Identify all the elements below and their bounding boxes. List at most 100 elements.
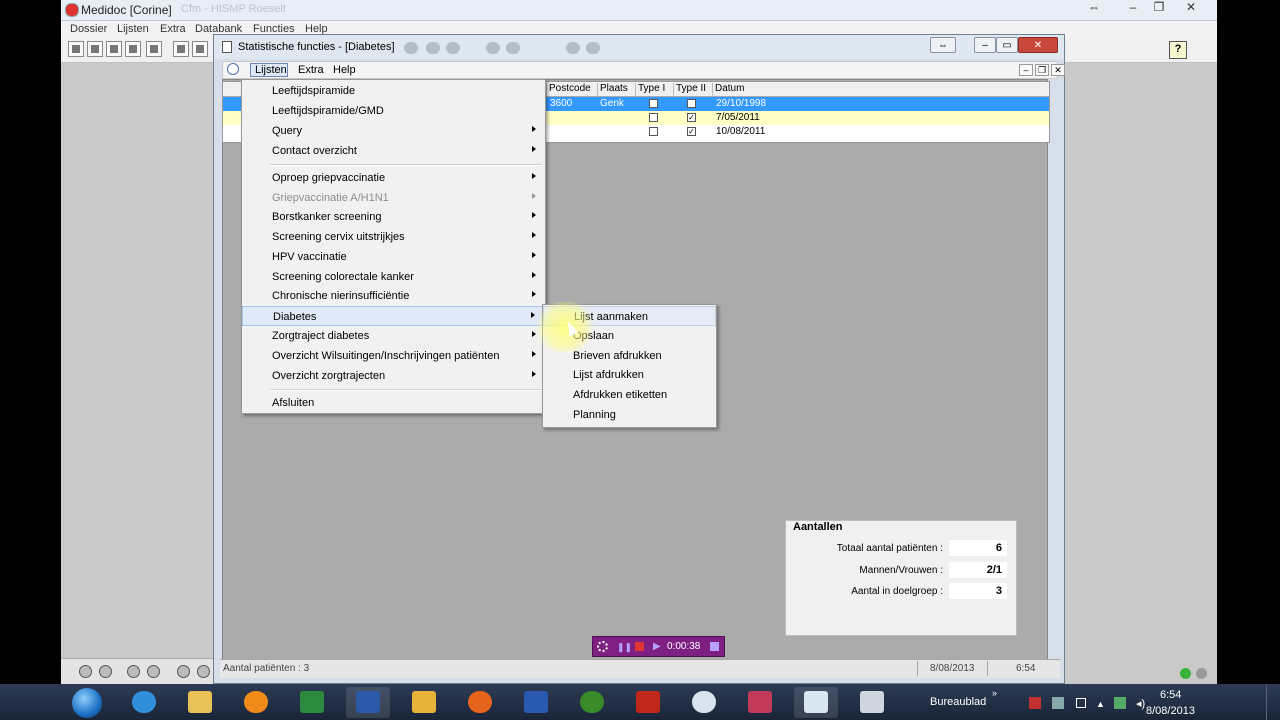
window-maximize-button[interactable]: ▭ bbox=[996, 37, 1018, 53]
tray-volume-icon[interactable]: ◂) bbox=[1136, 697, 1145, 710]
filter-icon-2[interactable] bbox=[127, 665, 140, 678]
person-icon[interactable] bbox=[192, 41, 208, 57]
show-desktop-button[interactable] bbox=[1266, 685, 1280, 720]
mannen-vrouwen-label: Mannen/Vrouwen : bbox=[859, 565, 943, 576]
col-postcode[interactable]: Postcode bbox=[546, 83, 598, 96]
help-icon[interactable]: ? bbox=[1169, 41, 1187, 59]
aantallen-row: Mannen/Vrouwen : 2/1 bbox=[786, 562, 1016, 580]
inner-restore-button[interactable]: ❐ bbox=[1035, 64, 1049, 76]
stop-icon[interactable] bbox=[635, 642, 644, 651]
submenu-arrow-icon bbox=[532, 272, 536, 278]
aantallen-panel: Aantallen Totaal aantal patiënten : 6 Ma… bbox=[785, 520, 1017, 636]
new-file-icon[interactable] bbox=[68, 41, 84, 57]
desktop-toolbar-label[interactable]: Bureaublad bbox=[930, 696, 986, 708]
menu-extra[interactable]: Extra bbox=[160, 23, 186, 35]
help-app-icon[interactable] bbox=[738, 687, 782, 718]
firefox-icon[interactable] bbox=[458, 687, 502, 718]
menu-item-leeftijdspiramide[interactable]: Leeftijdspiramide bbox=[242, 81, 545, 101]
patients-icon[interactable] bbox=[146, 41, 162, 57]
menu-lijsten[interactable]: Lijsten bbox=[117, 23, 149, 35]
menu-item-borstkanker-screening[interactable]: Borstkanker screening bbox=[242, 207, 545, 227]
type2-checkbox[interactable]: ✓ bbox=[687, 113, 696, 122]
cell-datum: 29/10/1998 bbox=[716, 98, 767, 109]
tray-network-icon[interactable] bbox=[1076, 698, 1086, 708]
submenu-lijst-afdrukken[interactable]: Lijst afdrukken bbox=[543, 365, 716, 385]
menu-item-afsluiten[interactable]: Afsluiten bbox=[242, 393, 545, 413]
menu-item-overzicht-zorgtrajecten[interactable]: Overzicht zorgtrajecten bbox=[242, 366, 545, 386]
app-resize-button[interactable]: ⇔ bbox=[1081, 0, 1107, 18]
explorer-icon[interactable] bbox=[178, 687, 222, 718]
col-plaats[interactable]: Plaats bbox=[597, 83, 635, 96]
toolbar-expand-icon[interactable]: » bbox=[992, 688, 997, 698]
window-menu-extra[interactable]: Extra bbox=[298, 64, 324, 76]
ie-icon[interactable] bbox=[122, 687, 166, 718]
app-close-button[interactable]: ✕ bbox=[1179, 0, 1203, 18]
media-player-icon[interactable] bbox=[234, 687, 278, 718]
circle-icon-2[interactable] bbox=[147, 665, 160, 678]
inner-close-button[interactable]: ✕ bbox=[1051, 64, 1065, 76]
submenu-afdrukken-etiketten[interactable]: Afdrukken etiketten bbox=[543, 385, 716, 405]
tray-app-icon[interactable] bbox=[1052, 697, 1064, 709]
menu-item-query[interactable]: Query bbox=[242, 121, 545, 141]
save-icon[interactable] bbox=[514, 687, 558, 718]
network-icon[interactable] bbox=[850, 687, 894, 718]
chart-icon[interactable] bbox=[173, 41, 189, 57]
tray-flag-icon[interactable] bbox=[1029, 697, 1041, 709]
col-datum[interactable]: Datum bbox=[712, 83, 772, 96]
col-type1[interactable]: Type I bbox=[635, 83, 673, 96]
play-icon[interactable]: ▶ bbox=[653, 641, 661, 652]
outlook-icon[interactable] bbox=[402, 687, 446, 718]
submenu-planning[interactable]: Planning bbox=[543, 405, 716, 425]
menu-item-screening-cervix[interactable]: Screening cervix uitstrijkjes bbox=[242, 227, 545, 247]
type2-checkbox[interactable]: ✓ bbox=[687, 99, 696, 108]
word-icon[interactable] bbox=[346, 687, 390, 718]
medidoc-icon[interactable] bbox=[794, 687, 838, 718]
window-resize-button[interactable]: ⇔ bbox=[930, 37, 956, 53]
filter-icon[interactable] bbox=[79, 665, 92, 678]
tray-monitor-icon[interactable] bbox=[1114, 697, 1126, 709]
menu-item-oproep-griepvaccinatie[interactable]: Oproep griepvaccinatie bbox=[242, 168, 545, 188]
settings-icon[interactable] bbox=[197, 665, 210, 678]
gauge-icon[interactable] bbox=[682, 687, 726, 718]
menu-icon[interactable] bbox=[710, 642, 719, 651]
col-type2[interactable]: Type II bbox=[673, 83, 713, 96]
menu-item-chronische-nierinsufficientie[interactable]: Chronische nierinsufficiëntie bbox=[242, 286, 545, 306]
keyboard-icon[interactable] bbox=[177, 665, 190, 678]
menu-item-hpv-vaccinatie[interactable]: HPV vaccinatie bbox=[242, 247, 545, 267]
window-close-button[interactable]: ✕ bbox=[1018, 37, 1058, 53]
menu-item-overzicht-wilsuitingen[interactable]: Overzicht Wilsuitingen/Inschrijvingen pa… bbox=[242, 346, 545, 366]
type1-checkbox[interactable] bbox=[649, 99, 658, 108]
menu-dossier[interactable]: Dossier bbox=[70, 23, 107, 35]
menu-item-diabetes[interactable]: Diabetes bbox=[242, 306, 545, 326]
menu-item-contact-overzicht[interactable]: Contact overzicht bbox=[242, 141, 545, 161]
circle-icon[interactable] bbox=[99, 665, 112, 678]
app-restore-button[interactable]: ❐ bbox=[1149, 0, 1169, 18]
sync-icon[interactable] bbox=[570, 687, 614, 718]
cell-plaats: Genk bbox=[600, 98, 624, 109]
window-menubar: Lijsten Extra Help – ❐ ✕ bbox=[222, 61, 1065, 79]
print-icon[interactable] bbox=[125, 41, 141, 57]
menu-item-zorgtraject-diabetes[interactable]: Zorgtraject diabetes bbox=[242, 326, 545, 346]
type2-checkbox[interactable]: ✓ bbox=[687, 127, 696, 136]
faded-icon bbox=[404, 42, 418, 54]
pause-icon[interactable]: ❚❚ bbox=[617, 642, 632, 653]
type1-checkbox[interactable] bbox=[649, 113, 658, 122]
menu-item-screening-colorectale[interactable]: Screening colorectale kanker bbox=[242, 267, 545, 287]
app-minimize-button[interactable]: – bbox=[1123, 0, 1143, 18]
window-minimize-button[interactable]: – bbox=[974, 37, 996, 53]
filezilla-icon[interactable] bbox=[626, 687, 670, 718]
clock-time[interactable]: 6:54 bbox=[1160, 689, 1181, 701]
start-button[interactable] bbox=[66, 686, 106, 720]
excel-icon[interactable] bbox=[290, 687, 334, 718]
type1-checkbox[interactable] bbox=[649, 127, 658, 136]
submenu-arrow-icon bbox=[532, 371, 536, 377]
inner-minimize-button[interactable]: – bbox=[1019, 64, 1033, 76]
clock-date[interactable]: 8/08/2013 bbox=[1146, 705, 1195, 717]
save-icon[interactable] bbox=[106, 41, 122, 57]
menu-item-leeftijdspiramide-gmd[interactable]: Leeftijdspiramide/GMD bbox=[242, 101, 545, 121]
tray-expand-icon[interactable]: ▲ bbox=[1096, 699, 1105, 709]
window-menu-help[interactable]: Help bbox=[333, 64, 356, 76]
window-menu-lijsten[interactable]: Lijsten bbox=[255, 64, 287, 76]
menu-separator bbox=[270, 164, 542, 166]
open-folder-icon[interactable] bbox=[87, 41, 103, 57]
